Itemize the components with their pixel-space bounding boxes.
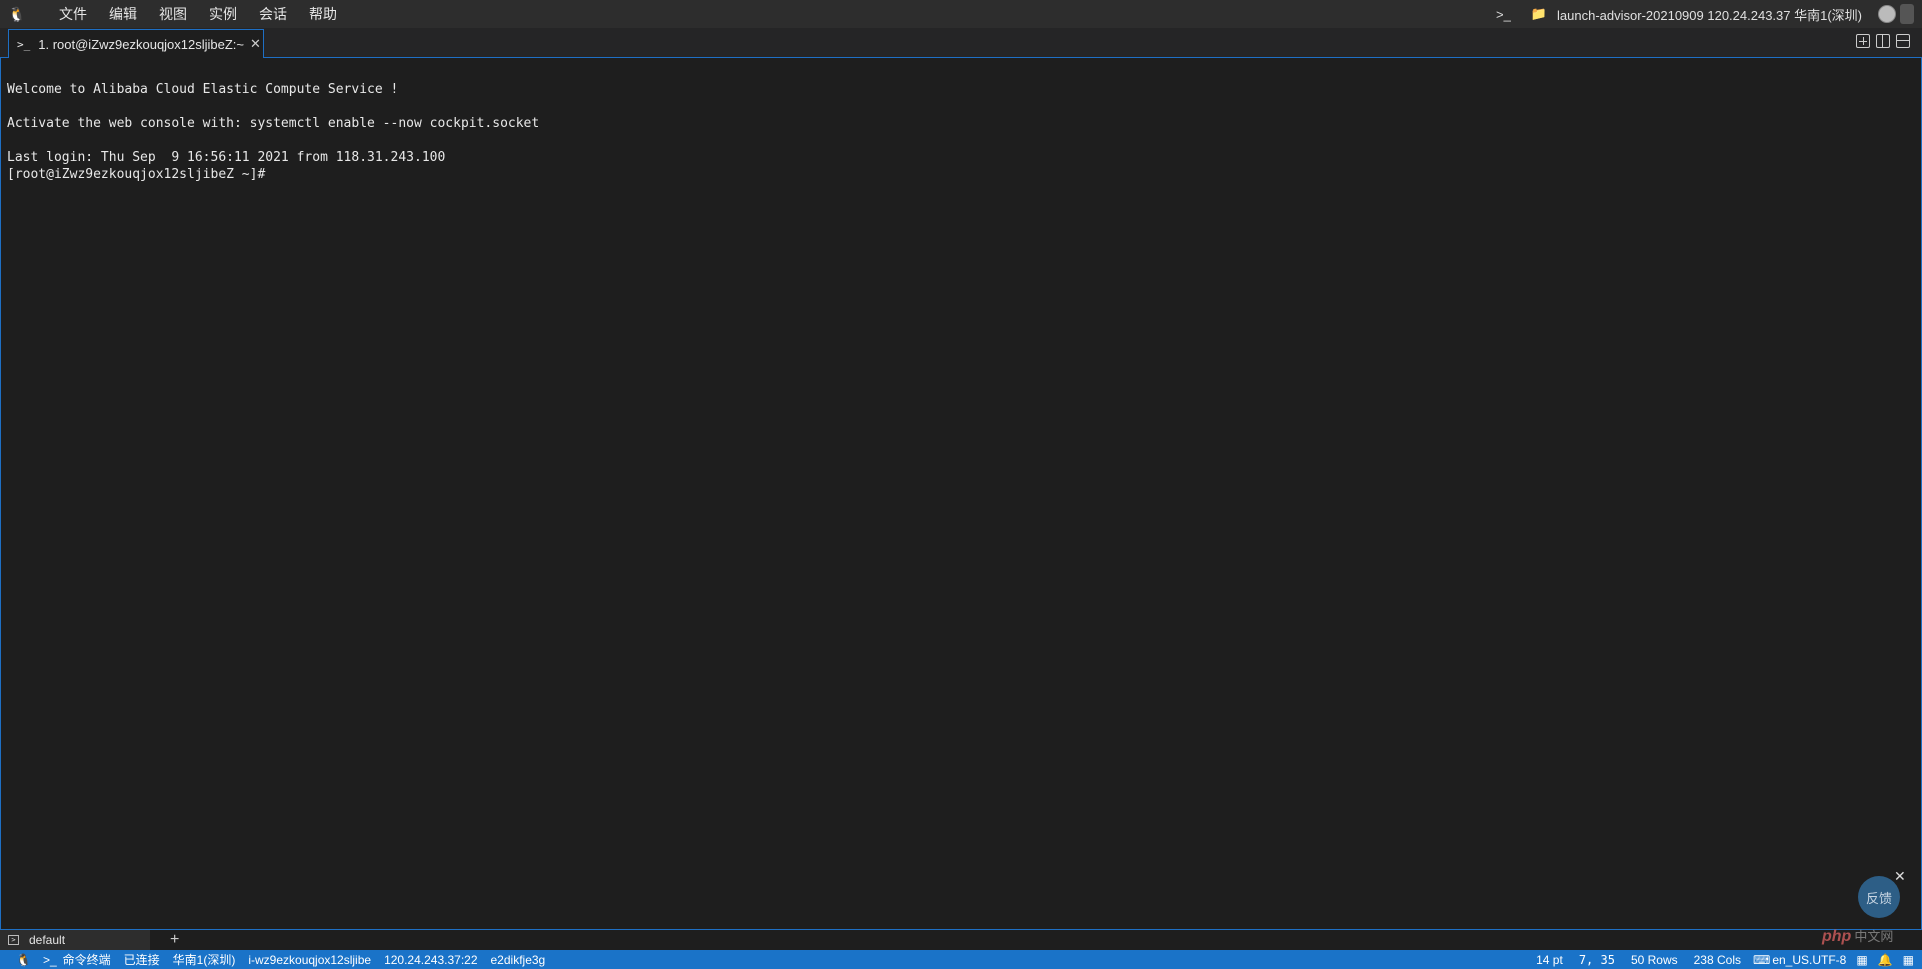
- terminal-output[interactable]: Welcome to Alibaba Cloud Elastic Compute…: [0, 58, 1922, 929]
- settings-icon[interactable]: ▦: [1903, 953, 1914, 967]
- terminal-prompt: [root@iZwz9ezkouqjox12sljibeZ ~]#: [7, 167, 266, 182]
- status-address: 120.24.243.37:22: [384, 952, 478, 967]
- watermark-cn: 中文网: [1854, 929, 1894, 944]
- bell-icon[interactable]: 🔔: [1878, 953, 1893, 967]
- new-tab-icon[interactable]: [1856, 34, 1870, 48]
- status-rows: 50 Rows: [1630, 952, 1678, 967]
- tab-bar: >_ 1. root@iZwz9ezkouqjox12sljibeZ:~ ✕: [0, 28, 1922, 58]
- menu-session[interactable]: 会话: [248, 0, 298, 28]
- status-encoding[interactable]: en_US.UTF-8: [1772, 953, 1846, 967]
- grid-icon[interactable]: ▦: [1856, 953, 1867, 967]
- instance-info: launch-advisor-20210909 120.24.243.37 华南…: [1557, 7, 1862, 23]
- menu-view[interactable]: 视图: [148, 0, 198, 28]
- split-vertical-icon[interactable]: [1876, 34, 1890, 48]
- status-font-size[interactable]: 14 pt: [1536, 953, 1563, 967]
- session-tab-label: default: [29, 933, 66, 947]
- status-cols: 238 Cols: [1693, 952, 1741, 967]
- linux-penguin-icon: 🐧: [16, 952, 31, 967]
- layout-controls: [1856, 34, 1910, 48]
- close-icon[interactable]: ✕: [250, 36, 261, 52]
- status-bar: 🐧 >_ 命令终端 已连接 华南1(深圳) i-wz9ezkouqjox12sl…: [0, 950, 1922, 969]
- menu-bar: 🐧 文件 编辑 视图 实例 会话 帮助 >_ 📁 launch-advisor-…: [0, 0, 1922, 28]
- add-session-button[interactable]: +: [170, 931, 179, 949]
- menu-edit[interactable]: 编辑: [98, 0, 148, 28]
- user-menu-icon[interactable]: [1900, 4, 1914, 24]
- folder-icon[interactable]: 📁: [1531, 6, 1547, 22]
- keyboard-icon: ⌨: [1753, 952, 1771, 967]
- status-mode: 命令终端: [62, 953, 111, 967]
- instance-info-area: >_ 📁 launch-advisor-20210909 120.24.243.…: [1486, 0, 1922, 28]
- tab-terminal-1[interactable]: >_ 1. root@iZwz9ezkouqjox12sljibeZ:~ ✕: [8, 29, 264, 58]
- status-cursor-position: 7, 35: [1578, 952, 1615, 967]
- linux-penguin-icon[interactable]: 🐧: [0, 6, 34, 23]
- terminal-line: Activate the web console with: systemctl…: [7, 116, 540, 131]
- status-right: 14 pt 7, 35 50 Rows 238 Cols ⌨ en_US.UTF…: [1520, 953, 1922, 967]
- status-connection: 已连接: [123, 953, 160, 967]
- status-region: 华南1(深圳): [172, 953, 236, 967]
- status-instance-id: i-wz9ezkouqjox12sljibe: [248, 952, 372, 967]
- session-tab-default[interactable]: > default: [0, 930, 150, 950]
- session-bar: > default +: [0, 929, 1922, 950]
- status-session-id: e2dikfje3g: [490, 952, 546, 967]
- split-horizontal-icon[interactable]: [1896, 34, 1910, 48]
- watermark-text: php: [1822, 928, 1852, 945]
- terminal-icon: >_: [17, 37, 31, 51]
- close-icon[interactable]: ✕: [1894, 868, 1906, 885]
- avatar[interactable]: [1878, 5, 1896, 23]
- terminal-icon[interactable]: >_: [1496, 7, 1511, 22]
- terminal-line: Welcome to Alibaba Cloud Elastic Compute…: [7, 82, 399, 97]
- terminal-icon: >_: [42, 952, 57, 967]
- menu-file[interactable]: 文件: [48, 0, 98, 28]
- menu-instance[interactable]: 实例: [198, 0, 248, 28]
- tab-label: 1. root@iZwz9ezkouqjox12sljibeZ:~: [38, 36, 245, 52]
- watermark-logo: php 中文网: [1822, 926, 1893, 946]
- terminal-line: Last login: Thu Sep 9 16:56:11 2021 from…: [7, 150, 446, 165]
- terminal-icon: >: [8, 935, 19, 945]
- menu-help[interactable]: 帮助: [298, 0, 348, 28]
